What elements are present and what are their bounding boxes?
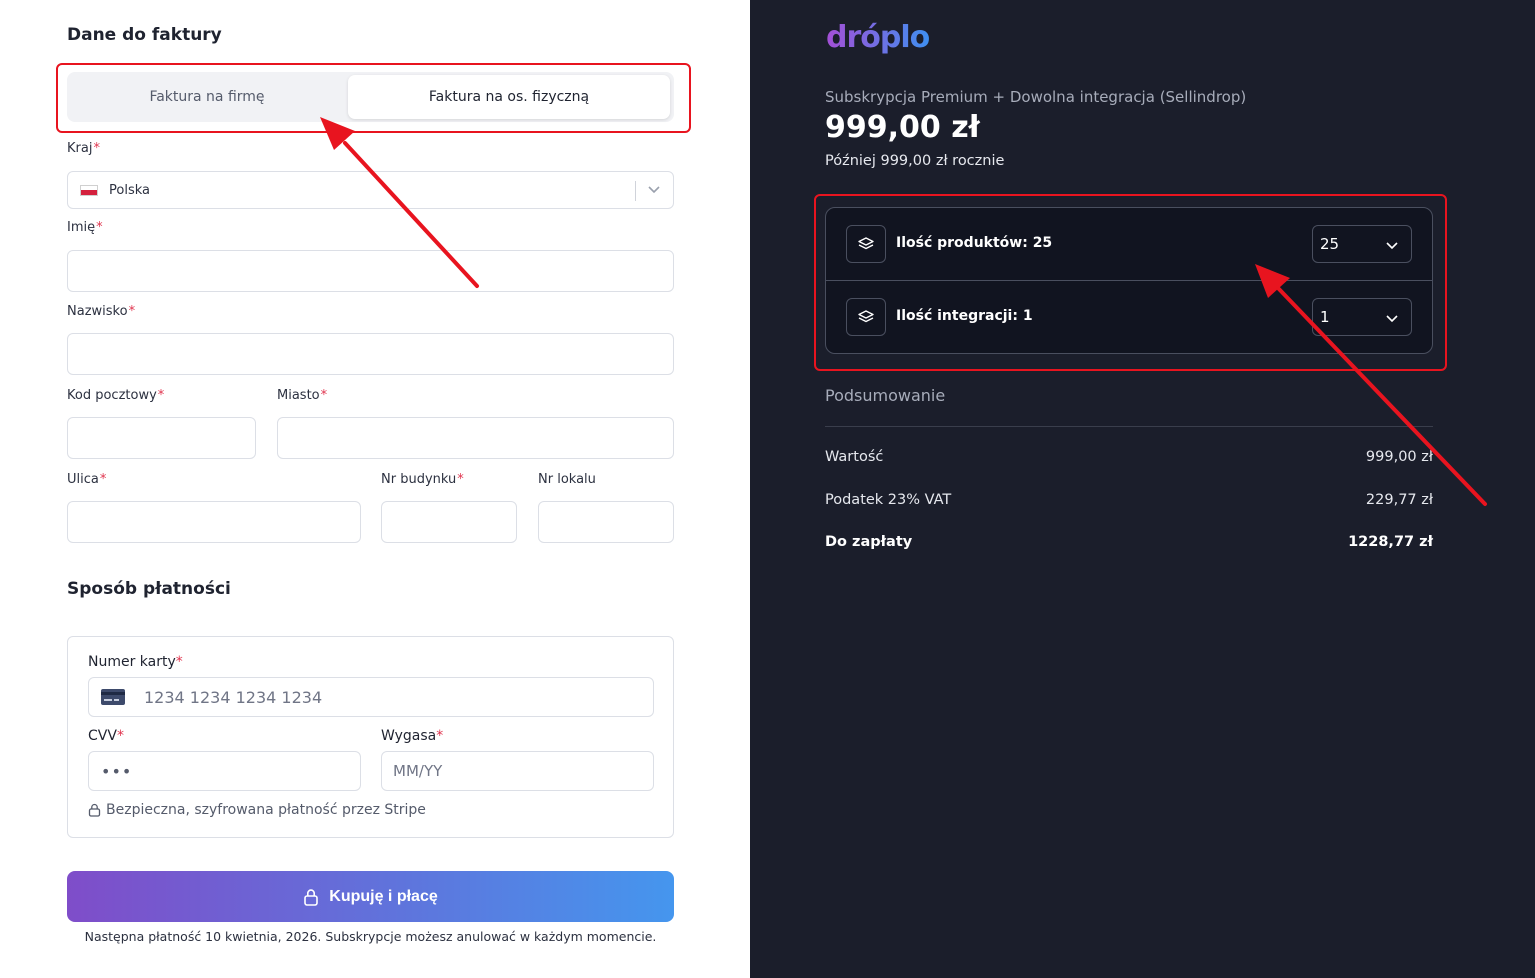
products-count-label: Ilość produktów: 25	[896, 235, 1053, 251]
chevron-down-icon[interactable]	[647, 182, 661, 200]
cvv-input[interactable]: •••	[88, 751, 361, 791]
credit-card-icon	[101, 689, 125, 705]
card-number-input[interactable]: 1234 1234 1234 1234	[88, 677, 654, 717]
integrations-count-select[interactable]: 1	[1312, 298, 1412, 336]
card-number-placeholder: 1234 1234 1234 1234	[144, 687, 323, 707]
select-separator	[635, 181, 636, 201]
postal-code-label: Kod pocztowy*	[67, 388, 165, 403]
secure-payment-text: Bezpieczna, szyfrowana płatność przez St…	[106, 802, 426, 818]
street-label: Ulica*	[67, 472, 107, 487]
tab-personal-invoice[interactable]: Faktura na os. fizyczną	[348, 75, 670, 119]
cvv-label: CVV*	[88, 728, 124, 744]
invoice-type-toggle: Faktura na firmę Faktura na os. fizyczną	[67, 72, 674, 122]
plan-options-card: Ilość produktów: 25 25 Ilość integracji:…	[825, 207, 1433, 354]
products-count-value: 25	[1320, 235, 1340, 253]
vat-amount: 229,77 zł	[1365, 492, 1433, 508]
cvv-value: •••	[101, 761, 133, 781]
country-select[interactable]: Polska	[67, 171, 674, 209]
expiry-input[interactable]: MM/YY	[381, 751, 654, 791]
option-row-products: Ilość produktów: 25 25	[826, 208, 1432, 281]
summary-panel	[750, 0, 1535, 978]
integrations-count-label: Ilość integracji: 1	[896, 308, 1033, 324]
lock-icon	[303, 888, 319, 906]
value-amount: 999,00 zł	[1365, 449, 1433, 465]
summary-title: Podsumowanie	[825, 386, 946, 405]
later-price: Później 999,00 zł rocznie	[825, 153, 1005, 169]
first-name-label: Imię*	[67, 220, 103, 235]
billing-title: Dane do faktury	[67, 25, 222, 45]
summary-divider	[825, 426, 1433, 427]
building-number-label: Nr budynku*	[381, 472, 464, 487]
layers-icon	[846, 225, 886, 263]
postal-code-input[interactable]	[67, 417, 256, 459]
expiry-placeholder: MM/YY	[393, 762, 443, 780]
total-label: Do zapłaty	[825, 534, 913, 550]
chevron-down-icon	[1385, 311, 1399, 329]
card-number-label: Numer karty*	[88, 654, 183, 670]
building-number-input[interactable]	[381, 501, 517, 543]
city-input[interactable]	[277, 417, 674, 459]
chevron-down-icon	[1385, 238, 1399, 256]
lock-icon	[88, 803, 101, 817]
option-row-integrations: Ilość integracji: 1 1	[826, 281, 1432, 354]
tab-company-invoice[interactable]: Faktura na firmę	[70, 75, 344, 119]
first-name-input[interactable]	[67, 250, 674, 292]
payment-title: Sposób płatności	[67, 579, 231, 599]
total-amount: 1228,77 zł	[1348, 534, 1433, 550]
unit-number-input[interactable]	[538, 501, 674, 543]
expiry-label: Wygasa*	[381, 728, 444, 744]
value-label: Wartość	[825, 449, 884, 465]
poland-flag-icon	[80, 184, 98, 196]
summary-row-total: Do zapłaty 1228,77 zł	[825, 534, 1433, 550]
last-name-input[interactable]	[67, 333, 674, 375]
layers-icon	[846, 298, 886, 336]
integrations-count-value: 1	[1320, 308, 1330, 326]
country-label: Kraj*	[67, 141, 100, 156]
secure-payment-note: Bezpieczna, szyfrowana płatność przez St…	[88, 802, 426, 818]
subscription-name: Subskrypcja Premium + Dowolna integracja…	[825, 88, 1247, 106]
last-name-label: Nazwisko*	[67, 304, 136, 319]
street-input[interactable]	[67, 501, 361, 543]
summary-row-vat: Podatek 23% VAT 229,77 zł	[825, 492, 1433, 508]
unit-number-label: Nr lokalu	[538, 472, 596, 487]
droplo-logo: dróplo	[826, 20, 930, 55]
country-value: Polska	[109, 182, 150, 198]
buy-and-pay-button[interactable]: Kupuję i płacę	[67, 871, 674, 922]
summary-row-value: Wartość 999,00 zł	[825, 449, 1433, 465]
city-label: Miasto*	[277, 388, 328, 403]
vat-label: Podatek 23% VAT	[825, 492, 952, 508]
next-payment-note: Następna płatność 10 kwietnia, 2026. Sub…	[84, 929, 657, 944]
buy-button-label: Kupuję i płacę	[329, 887, 438, 905]
subscription-price: 999,00 zł	[825, 110, 980, 145]
products-count-select[interactable]: 25	[1312, 225, 1412, 263]
